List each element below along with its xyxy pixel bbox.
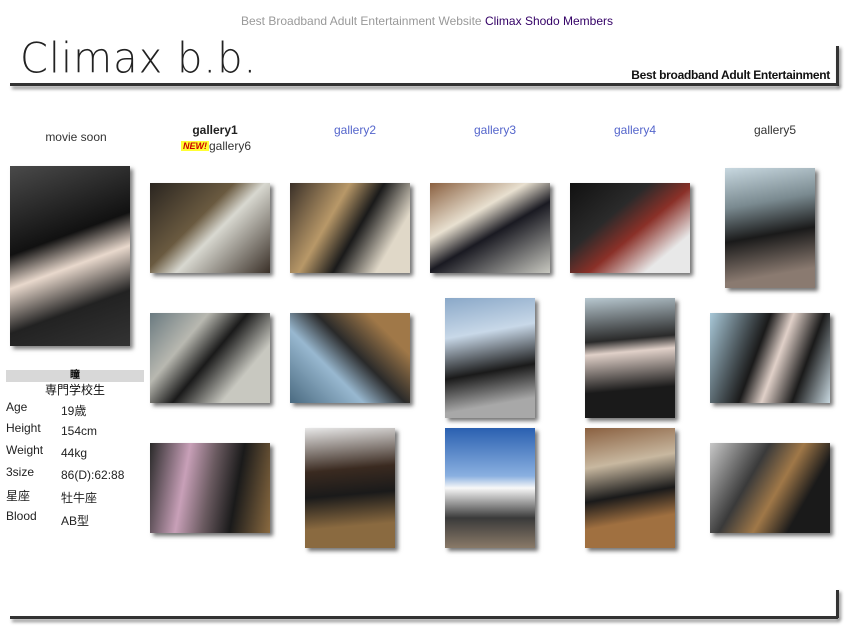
gallery-thumbnail[interactable]: [150, 313, 270, 403]
profile-label-sign: 星座: [6, 489, 31, 503]
profile-label-height: Height: [6, 421, 41, 435]
header-divider: [10, 83, 838, 86]
nav-gallery3[interactable]: gallery3: [440, 123, 550, 137]
profile-value-height: 154cm: [61, 424, 98, 438]
top-banner: Best Broadband Adult Entertainment Websi…: [0, 14, 854, 28]
gallery-thumbnail[interactable]: [585, 428, 675, 548]
gallery-thumbnail[interactable]: [150, 183, 270, 273]
members-link[interactable]: Climax Shodo Members: [485, 14, 613, 28]
footer-divider: [10, 616, 838, 619]
nav-gallery4[interactable]: gallery4: [580, 123, 690, 137]
nav-gallery5[interactable]: gallery5: [720, 123, 830, 137]
profile-label-age: Age: [6, 400, 28, 414]
header-tagline: Best broadband Adult Entertainment: [631, 68, 830, 82]
header-divider-vertical: [836, 46, 839, 86]
profile-value-blood: AB型: [61, 514, 90, 528]
footer-divider-vertical: [836, 590, 839, 618]
gallery-thumbnail[interactable]: [445, 298, 535, 418]
profile-value-age: 19歳: [61, 404, 87, 418]
gallery-thumbnail[interactable]: [430, 183, 550, 273]
gallery-thumbnail[interactable]: [290, 183, 410, 273]
profile-label-blood: Blood: [6, 509, 37, 523]
nav-gallery6-wrap: NEW! gallery6: [181, 137, 291, 155]
gallery-thumbnail[interactable]: [305, 428, 395, 548]
gallery-thumbnail[interactable]: [710, 443, 830, 533]
movie-soon-label: movie soon: [45, 130, 107, 144]
profile-value-3size: 86(D):62:88: [61, 468, 125, 482]
banner-text: Best Broadband Adult Entertainment Websi…: [241, 14, 482, 28]
profile-value-sign: 牡牛座: [61, 491, 98, 505]
profile-occupation: 専門学校生: [44, 383, 105, 397]
nav-gallery1[interactable]: gallery1: [160, 123, 270, 137]
gallery-thumbnail[interactable]: [710, 313, 830, 403]
profile-label-3size: 3size: [6, 465, 35, 479]
nav-gallery6[interactable]: gallery6: [209, 139, 251, 153]
gallery-thumbnail[interactable]: [570, 183, 690, 273]
nav-gallery2[interactable]: gallery2: [300, 123, 410, 137]
gallery-thumbnail[interactable]: [445, 428, 535, 548]
gallery-thumbnail[interactable]: [290, 313, 410, 403]
gallery-thumbnail[interactable]: [585, 298, 675, 418]
gallery-thumbnail[interactable]: [150, 443, 270, 533]
profile-value-weight: 44kg: [61, 446, 88, 460]
profile-photo: [10, 166, 130, 346]
new-badge: NEW!: [181, 140, 209, 151]
gallery-thumbnail[interactable]: [725, 168, 815, 288]
profile-label-weight: Weight: [6, 443, 44, 457]
site-logo[interactable]: Climax b.b.: [20, 35, 257, 83]
